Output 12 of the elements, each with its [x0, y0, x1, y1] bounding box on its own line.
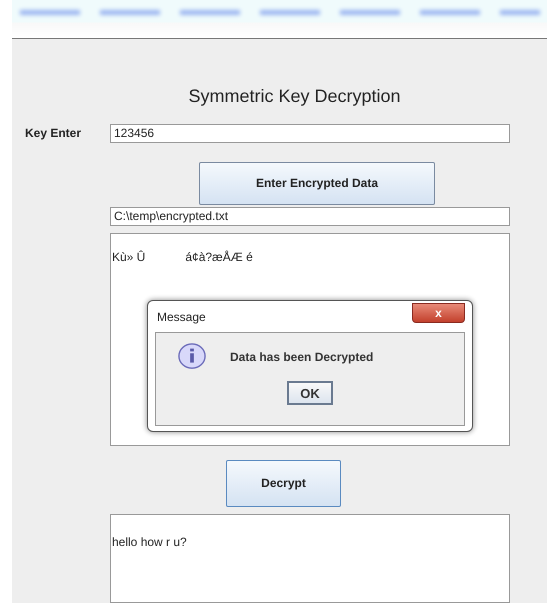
file-path-field[interactable]: C:\temp\encrypted.txt: [110, 206, 510, 226]
load-button[interactable]: Enter Encrypted Data: [199, 162, 435, 205]
decrypt-button[interactable]: Decrypt: [226, 460, 341, 507]
decrypted-text-area[interactable]: hello how r u?: [110, 514, 510, 603]
dialog-title: Message: [156, 310, 206, 324]
ok-button[interactable]: OK: [287, 381, 333, 405]
field-label: Key Enter: [24, 126, 82, 140]
window-title: Symmetric Key Decryption: [187, 86, 402, 108]
info-icon: [177, 343, 207, 371]
dialog-message: Data has been Decrypted: [230, 350, 374, 364]
key-field[interactable]: 123456: [110, 124, 510, 143]
close-button[interactable]: x: [412, 302, 465, 322]
